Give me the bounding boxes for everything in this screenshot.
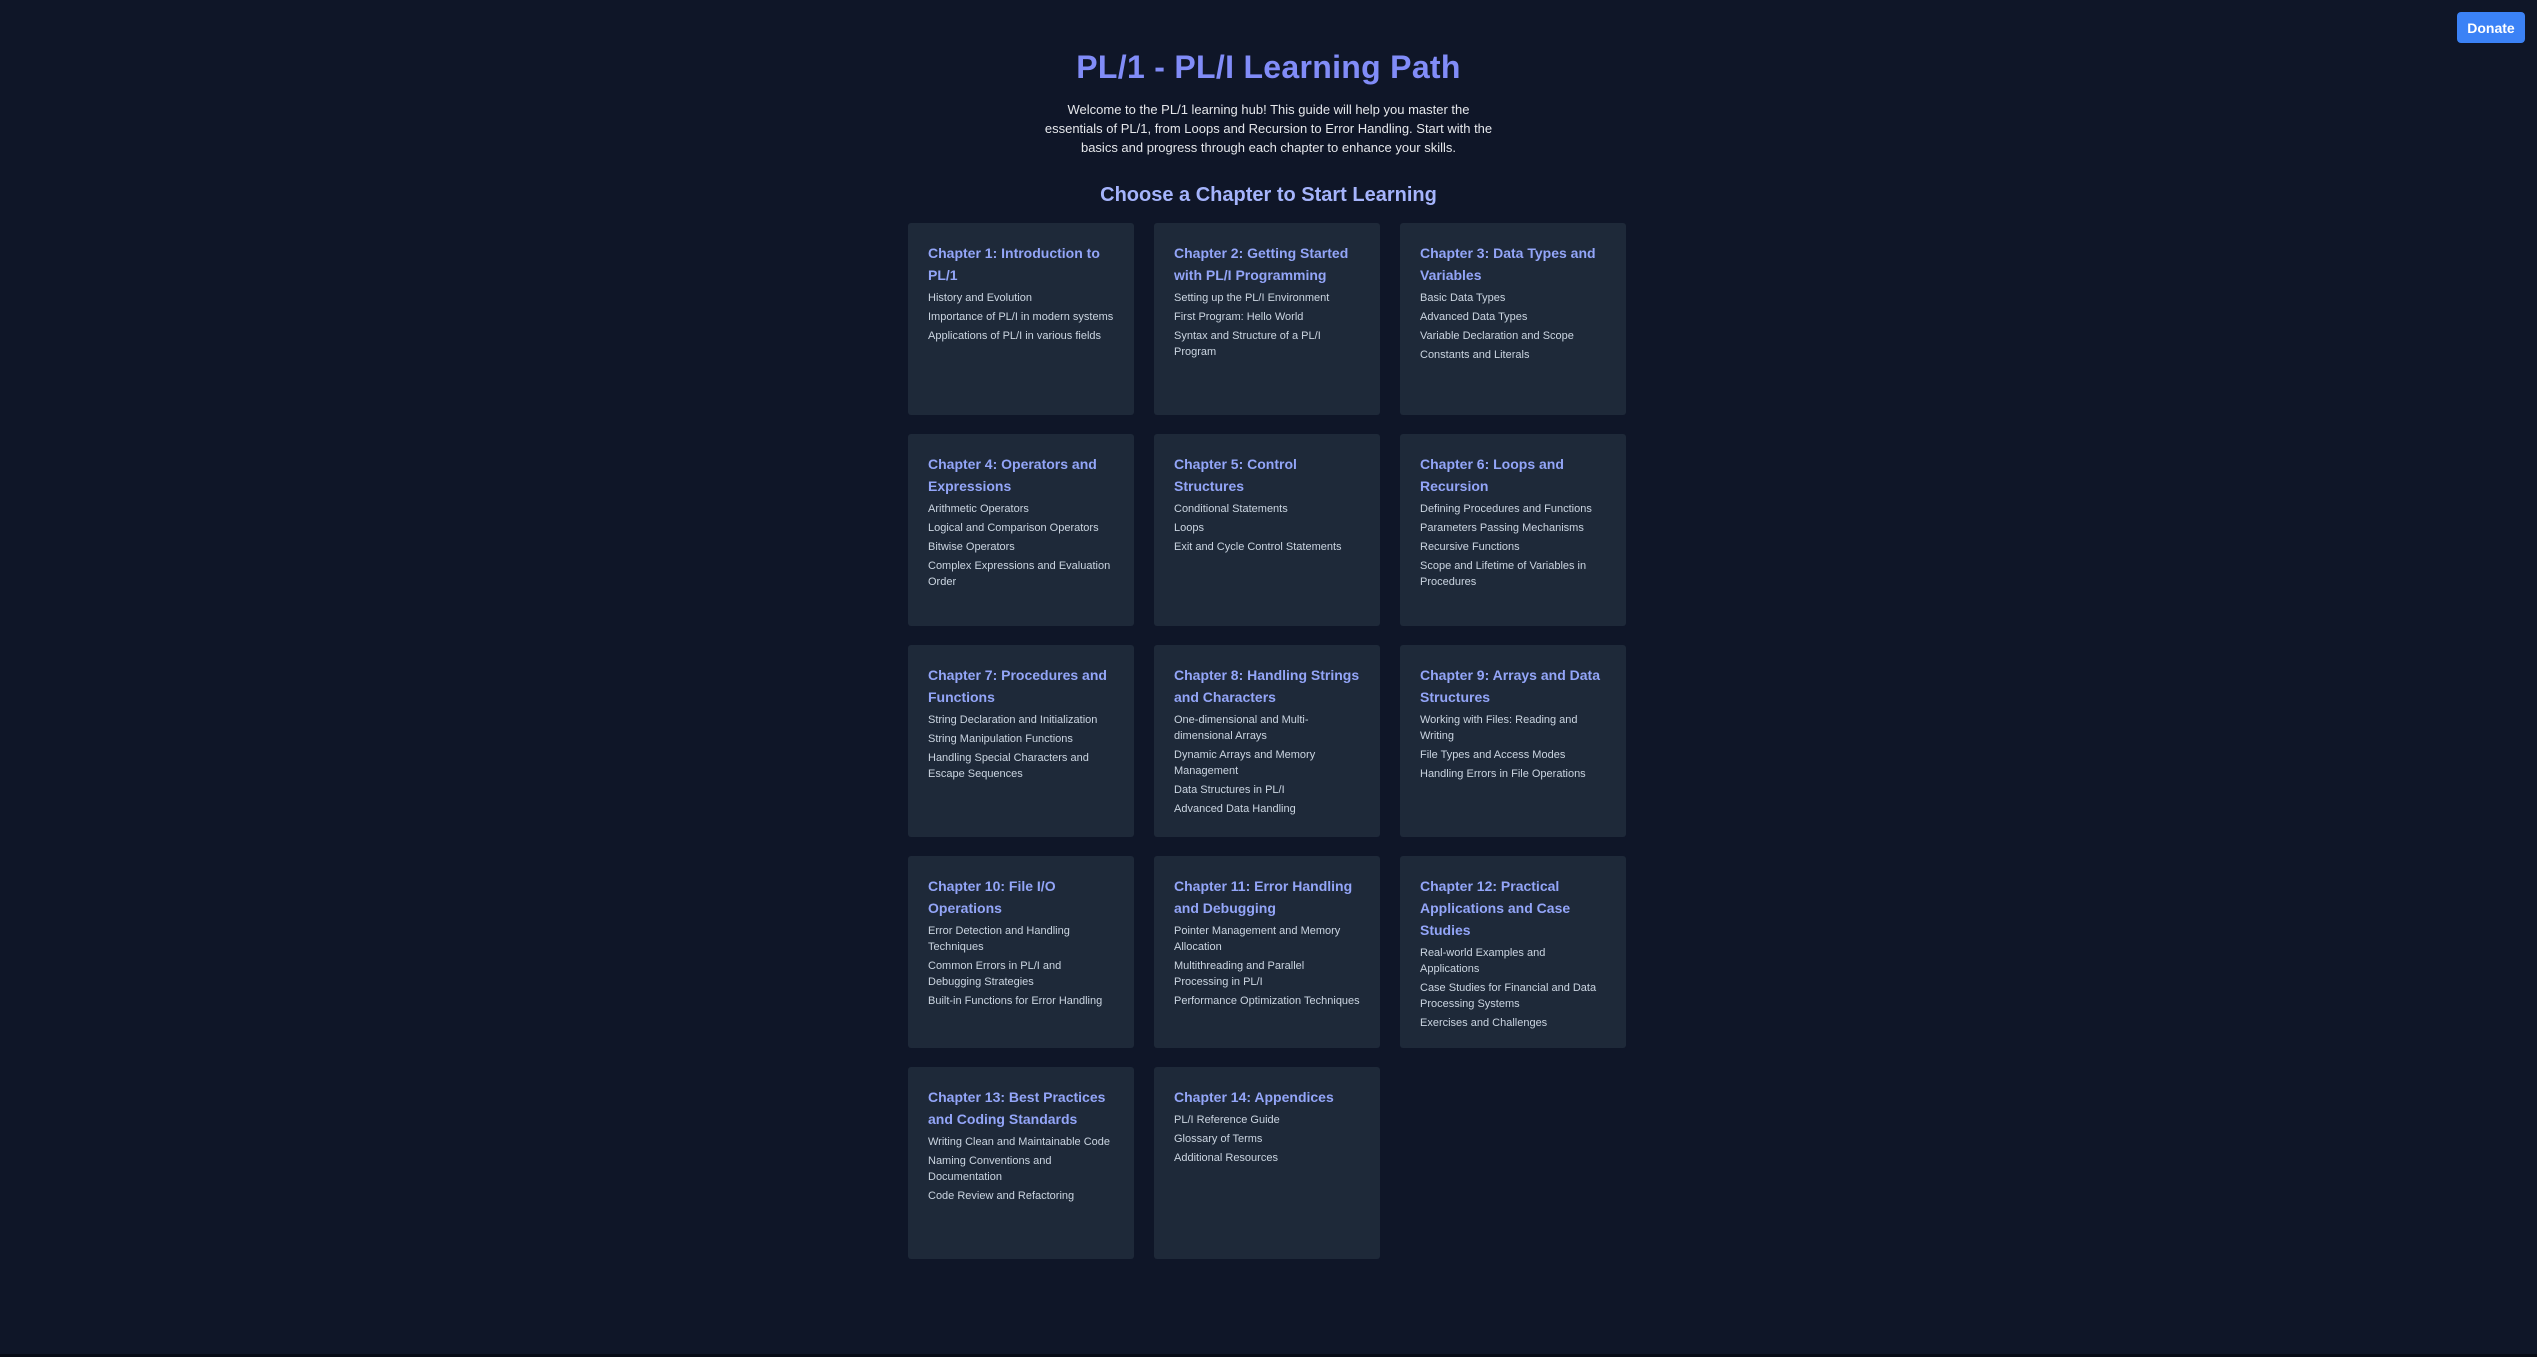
chapter-title[interactable]: Chapter 4: Operators and Expressions — [928, 453, 1114, 497]
chapter-topic: Advanced Data Types — [1420, 311, 1528, 323]
chapter-title[interactable]: Chapter 14: Appendices — [1174, 1086, 1360, 1108]
chapter-topic: Error Detection and Handling Techniques — [928, 925, 1070, 953]
chapter-card[interactable]: Chapter 7: Procedures and Functions Strin… — [908, 645, 1134, 837]
chapter-title[interactable]: Chapter 6: Loops and Recursion — [1420, 453, 1606, 497]
chapter-topic-list: Defining Procedures and Functions Paramet… — [1420, 501, 1606, 590]
chapter-title[interactable]: Chapter 1: Introduction to PL/1 — [928, 242, 1114, 286]
intro-text: Welcome to the PL/1 learning hub! This g… — [1044, 102, 1493, 155]
chapter-topic: Code Review and Refactoring — [928, 1190, 1075, 1202]
chapter-card[interactable]: Chapter 13: Best Practices and Coding St… — [908, 1067, 1134, 1259]
chapter-topic: Common Errors in PL/I and Debugging Stra… — [928, 960, 1062, 988]
chapter-topic: String Manipulation Functions — [928, 733, 1073, 745]
chapter-topic: Basic Data Types — [1420, 292, 1506, 304]
donate-button[interactable]: Donate — [2457, 12, 2525, 43]
chapter-topic: File Types and Access Modes — [1420, 749, 1566, 761]
chapter-title[interactable]: Chapter 9: Arrays and Data Structures — [1420, 664, 1606, 708]
chapter-topic: Logical and Comparison Operators — [928, 522, 1099, 534]
chapter-topic-list: One-dimensional and Multi-dimensional Ar… — [1174, 712, 1360, 817]
chapter-card[interactable]: Chapter 1: Introduction to PL/1 History a… — [908, 223, 1134, 415]
chapter-topic-list: Conditional Statements Loops Exit and Cycl… — [1174, 501, 1360, 555]
chapter-topic-list: Real-world Examples and Applications Case… — [1420, 945, 1606, 1031]
chapter-topic: PL/I Reference Guide — [1174, 1114, 1280, 1126]
chapter-topic: Built-in Functions for Error Handling — [928, 995, 1103, 1007]
chapter-topic: Real-world Examples and Applications — [1420, 947, 1546, 975]
chapter-topic: Variable Declaration and Scope — [1420, 330, 1574, 342]
chapter-topic: Dynamic Arrays and Memory Management — [1174, 749, 1316, 777]
chapter-topic: Performance Optimization Techniques — [1174, 995, 1360, 1007]
chapter-topic: Bitwise Operators — [928, 541, 1015, 553]
chapter-topic-list: Setting up the PL/I Environment First Pro… — [1174, 290, 1360, 360]
chapter-topic: Pointer Management and Memory Allocation — [1174, 925, 1341, 953]
chapter-card[interactable]: Chapter 11: Error Handling and Debugging… — [1154, 856, 1380, 1048]
chapter-topic: First Program: Hello World — [1174, 311, 1304, 323]
chapter-topic-list: Error Detection and Handling Techniques C… — [928, 923, 1114, 1009]
chapter-title[interactable]: Chapter 3: Data Types and Variables — [1420, 242, 1606, 286]
page-header: PL/1 - PL/I Learning Path Welcome to the… — [0, 0, 2537, 207]
chapter-topic: Conditional Statements — [1174, 503, 1288, 515]
chapter-topic: Syntax and Structure of a PL/I Program — [1174, 330, 1321, 358]
chapter-topic: Handling Errors in File Operations — [1420, 768, 1586, 780]
chapter-title[interactable]: Chapter 10: File I/O Operations — [928, 875, 1114, 919]
section-title: Choose a Chapter to Start Learning — [1100, 184, 1437, 206]
chapter-topic: One-dimensional and Multi-dimensional Ar… — [1174, 714, 1309, 742]
chapter-card[interactable]: Chapter 10: File I/O Operations Error Det… — [908, 856, 1134, 1048]
chapter-topic: History and Evolution — [928, 292, 1032, 304]
page: Donate PL/1 - PL/I Learning Path Welcome… — [0, 0, 2537, 1357]
chapter-title[interactable]: Chapter 12: Practical Applications and C… — [1420, 875, 1606, 941]
chapter-topic: Constants and Literals — [1420, 349, 1530, 361]
chapter-topic: String Declaration and Initialization — [928, 714, 1098, 726]
chapter-topic: Data Structures in PL/I — [1174, 784, 1285, 796]
chapter-card[interactable]: Chapter 5: Control Structures Conditional… — [1154, 434, 1380, 626]
chapter-topic-list: Working with Files: Reading and Writing F… — [1420, 712, 1606, 782]
chapter-card[interactable]: Chapter 2: Getting Started with PL/I Pro… — [1154, 223, 1380, 415]
chapter-card[interactable]: Chapter 3: Data Types and Variables Basic… — [1400, 223, 1626, 415]
chapter-card[interactable]: Chapter 9: Arrays and Data Structures Wor… — [1400, 645, 1626, 837]
chapter-topic: Importance of PL/I in modern systems — [928, 311, 1114, 323]
chapter-topic-list: Arithmetic Operators Logical and Comparis… — [928, 501, 1114, 590]
chapter-grid: Chapter 1: Introduction to PL/1 History a… — [908, 223, 1626, 1259]
chapter-title[interactable]: Chapter 2: Getting Started with PL/I Pro… — [1174, 242, 1360, 286]
chapter-topic: Handling Special Characters and Escape S… — [928, 752, 1089, 780]
page-title: PL/1 - PL/I Learning Path — [1076, 49, 1461, 85]
chapter-title[interactable]: Chapter 11: Error Handling and Debugging — [1174, 875, 1360, 919]
chapter-topic: Writing Clean and Maintainable Code — [928, 1136, 1111, 1148]
chapter-topic: Loops — [1174, 522, 1204, 534]
chapter-topic: Setting up the PL/I Environment — [1174, 292, 1330, 304]
chapter-topic: Applications of PL/I in various fields — [928, 330, 1102, 342]
chapter-topic: Recursive Functions — [1420, 541, 1520, 553]
chapter-topic: Arithmetic Operators — [928, 503, 1029, 515]
chapter-topic: Naming Conventions and Documentation — [928, 1155, 1052, 1183]
chapter-topic: Advanced Data Handling — [1174, 803, 1296, 815]
chapter-topic-list: Writing Clean and Maintainable Code Namin… — [928, 1134, 1114, 1204]
chapter-topic: Complex Expressions and Evaluation Order — [928, 560, 1111, 588]
chapter-topic: Scope and Lifetime of Variables in Proce… — [1420, 560, 1587, 588]
chapter-topic: Multithreading and Parallel Processing i… — [1174, 960, 1305, 988]
chapter-topic: Additional Resources — [1174, 1152, 1278, 1164]
chapter-title[interactable]: Chapter 5: Control Structures — [1174, 453, 1360, 497]
chapter-title[interactable]: Chapter 7: Procedures and Functions — [928, 664, 1114, 708]
chapter-topic-list: String Declaration and Initialization Str… — [928, 712, 1114, 782]
chapter-card[interactable]: Chapter 6: Loops and Recursion Defining P… — [1400, 434, 1626, 626]
chapter-topic: Exit and Cycle Control Statements — [1174, 541, 1342, 553]
chapter-topic: Case Studies for Financial and Data Proc… — [1420, 982, 1597, 1010]
chapter-title[interactable]: Chapter 8: Handling Strings and Characte… — [1174, 664, 1360, 708]
chapter-card[interactable]: Chapter 14: Appendices PL/I Reference Gui… — [1154, 1067, 1380, 1259]
chapter-topic-list: Pointer Management and Memory Allocation… — [1174, 923, 1360, 1009]
chapter-title[interactable]: Chapter 13: Best Practices and Coding St… — [928, 1086, 1114, 1130]
chapter-card[interactable]: Chapter 8: Handling Strings and Characte… — [1154, 645, 1380, 837]
chapter-topic-list: Basic Data Types Advanced Data Types Varia… — [1420, 290, 1606, 363]
chapter-topic: Exercises and Challenges — [1420, 1017, 1548, 1029]
chapter-card[interactable]: Chapter 4: Operators and Expressions Arit… — [908, 434, 1134, 626]
chapter-topic: Working with Files: Reading and Writing — [1420, 714, 1578, 742]
chapter-card[interactable]: Chapter 12: Practical Applications and C… — [1400, 856, 1626, 1048]
chapter-topic-list: PL/I Reference Guide Glossary of Terms Add… — [1174, 1112, 1360, 1166]
chapter-topic: Glossary of Terms — [1174, 1133, 1263, 1145]
chapter-topic: Parameters Passing Mechanisms — [1420, 522, 1584, 534]
chapter-topic: Defining Procedures and Functions — [1420, 503, 1592, 515]
chapter-topic-list: History and Evolution Importance of PL/I … — [928, 290, 1114, 344]
